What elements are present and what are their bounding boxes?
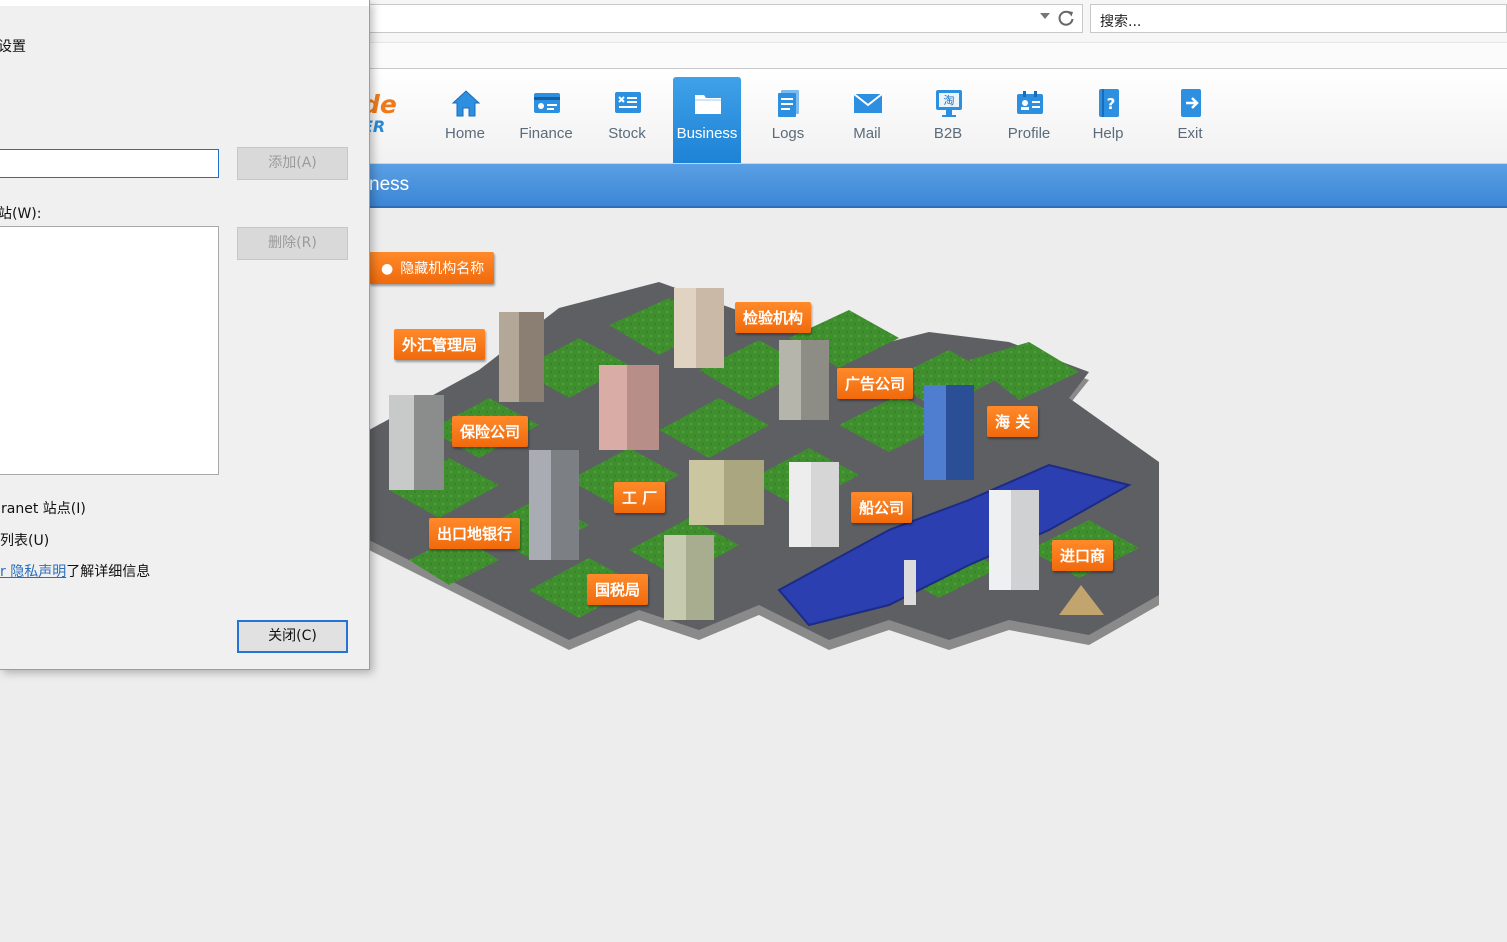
mail-icon [853,93,883,113]
finance-icon [534,93,560,113]
section-title: ness [369,174,410,195]
hide-org-names-label: 隐藏机构名称 [400,261,485,277]
close-button[interactable]: 关闭(C) [237,620,348,653]
address-dropdown-icon[interactable] [1040,13,1050,19]
nav-help-label: Help [1092,125,1124,142]
logs-icon [778,90,799,117]
map-label-tax-bureau[interactable]: 国税局 [587,574,649,605]
nav-stock[interactable]: Stock [593,77,661,163]
nav-finance-label: Finance [519,125,573,142]
nav-b2b-label: B2B [933,125,963,142]
map-label-inspection[interactable]: 检验机构 [735,302,812,333]
nav-profile[interactable]: Profile [995,77,1063,163]
map-label-shipping[interactable]: 船公司 [851,492,913,523]
nav-home[interactable]: Home [431,77,499,163]
map-label-forex[interactable]: 外汇管理局 [394,329,486,360]
nav-business-label: Business [676,125,738,142]
refresh-icon[interactable] [1056,8,1076,28]
add-site-input[interactable] [0,149,219,178]
nav-home-label: Home [444,125,485,142]
site-list[interactable] [0,226,219,475]
map-label-factory[interactable]: 工 厂 [614,482,666,513]
location-pin-icon: ● [381,261,394,277]
nav-mail-label: Mail [853,125,881,142]
address-bar[interactable] [365,4,1083,33]
map-label-export-bank[interactable]: 出口地银行 [429,518,521,549]
nav-mail[interactable]: Mail [833,77,901,163]
nav-logs-label: Logs [771,125,805,142]
map-label-importer[interactable]: 进口商 [1052,540,1114,571]
site-list-label: 站(W): [0,206,42,222]
privacy-suffix: 了解详细信息 [66,564,151,580]
nav-finance[interactable]: Finance [512,77,580,163]
intranet-sites-checkbox-label[interactable]: ranet 站点(I) [1,498,86,518]
privacy-line: r 隐私声明了解详细信息 [0,561,150,581]
ms-compat-list-checkbox-label[interactable]: 列表(U) [0,530,49,550]
compat-view-settings-dialog: 设置 添加(A) 站(W): 删除(R) ranet 站点(I) 列表(U) r… [0,0,370,670]
map-label-advertising[interactable]: 广告公司 [837,368,914,399]
nav-exit-label: Exit [1177,125,1203,142]
map-label-insurance[interactable]: 保险公司 [452,416,529,447]
nav-stock-label: Stock [608,125,646,142]
folder-icon [695,95,721,114]
privacy-statement-link[interactable]: r 隐私声明 [0,564,66,580]
nav-business[interactable]: Business [673,77,741,163]
nav-b2b[interactable]: 淘 B2B [914,77,982,163]
b2b-icon: 淘 [936,90,962,117]
browser-search-input[interactable]: 搜索... [1090,4,1507,33]
business-city-map: ● 隐藏机构名称 检验机构 外汇管理局 广告公司 海 关 保险公司 工 厂 船公司… [369,230,1169,660]
svg-text:?: ? [1107,95,1116,113]
dialog-heading: 设置 [0,39,26,55]
nav-exit[interactable]: Exit [1156,77,1224,163]
nav-help[interactable]: ? Help [1074,77,1142,163]
map-label-customs[interactable]: 海 关 [987,406,1039,437]
add-button[interactable]: 添加(A) [237,147,348,180]
home-icon [451,90,481,117]
svg-text:淘: 淘 [944,94,955,107]
dialog-title-strip [0,0,369,6]
section-title-bar: ness [369,164,1507,208]
profile-icon [1017,91,1043,114]
hide-org-names-button[interactable]: ● 隐藏机构名称 [369,252,495,284]
help-icon: ? [1099,89,1119,117]
exit-icon [1181,89,1201,117]
nav-logs[interactable]: Logs [754,77,822,163]
nav-profile-label: Profile [1007,125,1051,142]
remove-button[interactable]: 删除(R) [237,227,348,260]
stock-icon [615,92,641,113]
